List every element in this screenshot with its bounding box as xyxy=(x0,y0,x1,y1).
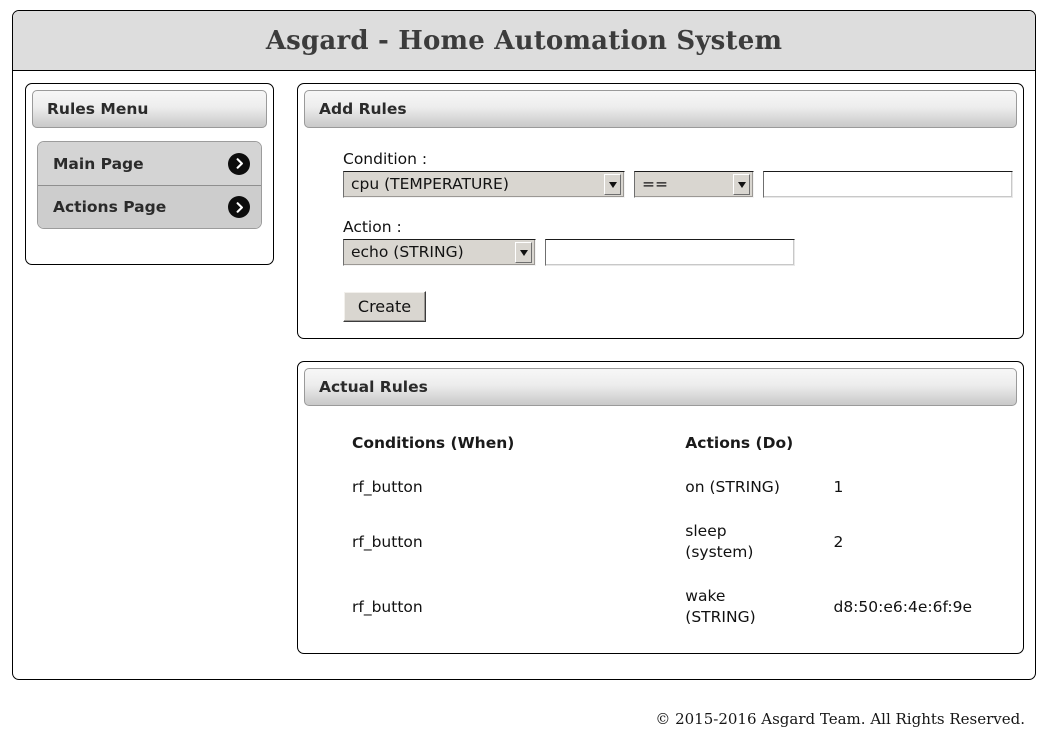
rule-condition: rf_button xyxy=(352,597,423,616)
chevron-down-icon xyxy=(604,174,621,195)
rule-condition: rf_button xyxy=(352,532,423,551)
table-row: rf_button sleep (system) 2 xyxy=(352,514,972,579)
chevron-down-icon xyxy=(515,242,532,263)
sidebar-menu: Main Page Actions Page xyxy=(37,141,262,229)
app-window: Asgard - Home Automation System Rules Me… xyxy=(12,10,1036,680)
condition-value-input[interactable] xyxy=(763,171,1013,198)
rule-value: d8:50:e6:4e:6f:9e xyxy=(833,597,972,616)
table-row: rf_button wake (STRING) d8:50:e6:4e:6f:9e xyxy=(352,579,972,644)
action-select[interactable]: echo (STRING) xyxy=(343,239,536,266)
rule-value: 1 xyxy=(833,478,844,496)
column-header-value xyxy=(833,434,972,470)
operator-select[interactable]: == xyxy=(634,171,754,198)
add-rules-form: Condition : cpu (TEMPERATURE) == Action … xyxy=(298,128,1023,322)
actual-rules-header: Actual Rules xyxy=(304,368,1017,406)
page-title: Asgard - Home Automation System xyxy=(265,25,783,56)
sidebar-item-label: Actions Page xyxy=(53,198,167,216)
action-label: Action : xyxy=(343,218,402,236)
add-rules-panel: Add Rules Condition : cpu (TEMPERATURE) … xyxy=(297,83,1024,339)
operator-select-value: == xyxy=(642,175,668,193)
rules-table: Conditions (When) Actions (Do) rf_button… xyxy=(352,434,972,644)
create-button[interactable]: Create xyxy=(343,291,426,322)
chevron-right-circle-icon xyxy=(228,152,250,175)
actual-rules-header-label: Actual Rules xyxy=(319,378,428,396)
actual-rules-body: Conditions (When) Actions (Do) rf_button… xyxy=(298,406,1023,644)
content-area: Rules Menu Main Page Actions Page Add Ru… xyxy=(13,71,1035,654)
sidebar-item-main-page[interactable]: Main Page xyxy=(38,142,261,185)
main-column: Add Rules Condition : cpu (TEMPERATURE) … xyxy=(297,83,1024,654)
add-rules-header: Add Rules xyxy=(304,90,1017,128)
sidebar-header: Rules Menu xyxy=(32,90,267,128)
sidebar-item-actions-page[interactable]: Actions Page xyxy=(38,185,261,228)
actual-rules-panel: Actual Rules Conditions (When) Actions (… xyxy=(297,361,1024,654)
rule-condition: rf_button xyxy=(352,478,423,496)
app-header: Asgard - Home Automation System xyxy=(13,11,1035,71)
condition-row: cpu (TEMPERATURE) == xyxy=(343,171,1023,198)
action-value-input[interactable] xyxy=(545,239,795,266)
chevron-down-icon xyxy=(733,174,750,195)
action-row: echo (STRING) xyxy=(343,239,1023,266)
column-header-conditions: Conditions (When) xyxy=(352,434,515,452)
column-header-actions: Actions (Do) xyxy=(685,434,794,452)
rules-table-head: Conditions (When) Actions (Do) xyxy=(352,434,972,470)
chevron-right-circle-icon xyxy=(228,196,250,218)
rule-action: sleep (system) xyxy=(685,522,754,561)
sidebar-header-label: Rules Menu xyxy=(47,100,149,118)
condition-select[interactable]: cpu (TEMPERATURE) xyxy=(343,171,625,198)
rule-value: 2 xyxy=(833,532,844,551)
add-rules-header-label: Add Rules xyxy=(319,100,407,118)
table-row: rf_button on (STRING) 1 xyxy=(352,470,972,514)
sidebar-item-label: Main Page xyxy=(53,154,144,173)
footer-copyright: © 2015-2016 Asgard Team. All Rights Rese… xyxy=(655,710,1025,728)
condition-label: Condition : xyxy=(343,150,428,168)
rule-action: on (STRING) xyxy=(685,478,780,496)
action-select-value: echo (STRING) xyxy=(351,243,464,261)
table-header-row: Conditions (When) Actions (Do) xyxy=(352,434,972,470)
sidebar: Rules Menu Main Page Actions Page xyxy=(25,83,274,265)
condition-select-value: cpu (TEMPERATURE) xyxy=(351,175,509,193)
rule-action: wake (STRING) xyxy=(685,587,756,626)
rules-table-body: rf_button on (STRING) 1 rf_button sleep(… xyxy=(352,470,972,644)
